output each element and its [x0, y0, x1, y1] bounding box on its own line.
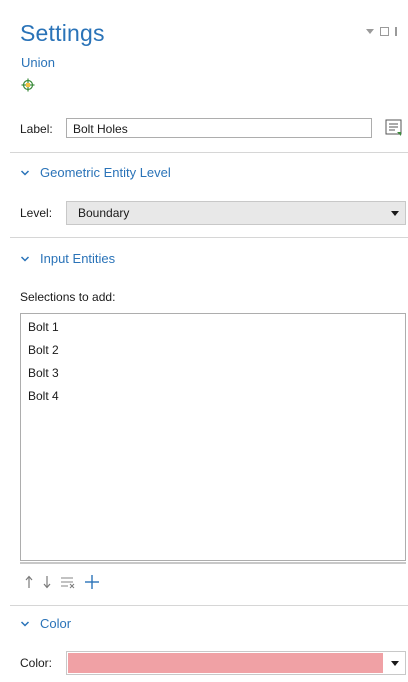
color-section-header[interactable]: Color [20, 616, 71, 631]
chevron-down-icon [20, 169, 30, 176]
section-title: Geometric Entity Level [40, 165, 171, 180]
union-node-icon [21, 78, 35, 92]
divider [10, 237, 408, 238]
dropdown-arrow-icon[interactable] [366, 29, 374, 34]
chevron-down-icon [20, 255, 30, 262]
list-item[interactable]: Bolt 4 [28, 389, 59, 403]
pin-icon[interactable] [395, 27, 397, 36]
color-select[interactable] [66, 651, 406, 675]
list-item[interactable]: Bolt 1 [28, 320, 59, 334]
settings-panel: Settings Union Label: Bolt Holes Geometr… [0, 0, 408, 682]
level-label: Level: [20, 206, 53, 220]
label-field[interactable]: Bolt Holes [66, 118, 372, 138]
label-field-label: Label: [20, 122, 53, 136]
divider [10, 152, 408, 153]
selections-to-add-label: Selections to add: [20, 290, 116, 304]
clear-list-icon[interactable] [60, 575, 76, 589]
list-item[interactable]: Bolt 2 [28, 343, 59, 357]
list-item[interactable]: Bolt 3 [28, 366, 59, 380]
selections-list[interactable]: Bolt 1 Bolt 2 Bolt 3 Bolt 4 [20, 313, 406, 561]
window-controls [366, 27, 397, 36]
move-down-icon[interactable] [42, 575, 52, 589]
chevron-down-icon [20, 620, 30, 627]
geometric-entity-level-header[interactable]: Geometric Entity Level [20, 165, 171, 180]
add-icon[interactable] [84, 574, 100, 590]
chevron-down-icon [391, 661, 399, 666]
divider [10, 605, 408, 606]
section-title: Color [40, 616, 72, 631]
section-title: Input Entities [40, 251, 116, 266]
input-entities-header[interactable]: Input Entities [20, 251, 115, 266]
color-label: Color: [20, 656, 53, 670]
chevron-down-icon [391, 211, 399, 216]
list-resize-bar[interactable] [20, 562, 406, 564]
node-type-label: Union [21, 55, 55, 70]
panel-title: Settings [20, 20, 105, 46]
list-toolbar [24, 573, 100, 591]
level-select-value: Boundary [78, 206, 130, 220]
note-icon[interactable] [385, 119, 402, 137]
color-swatch [68, 653, 383, 673]
move-up-icon[interactable] [24, 575, 34, 589]
level-select[interactable]: Boundary [66, 201, 406, 225]
maximize-icon[interactable] [380, 27, 389, 36]
